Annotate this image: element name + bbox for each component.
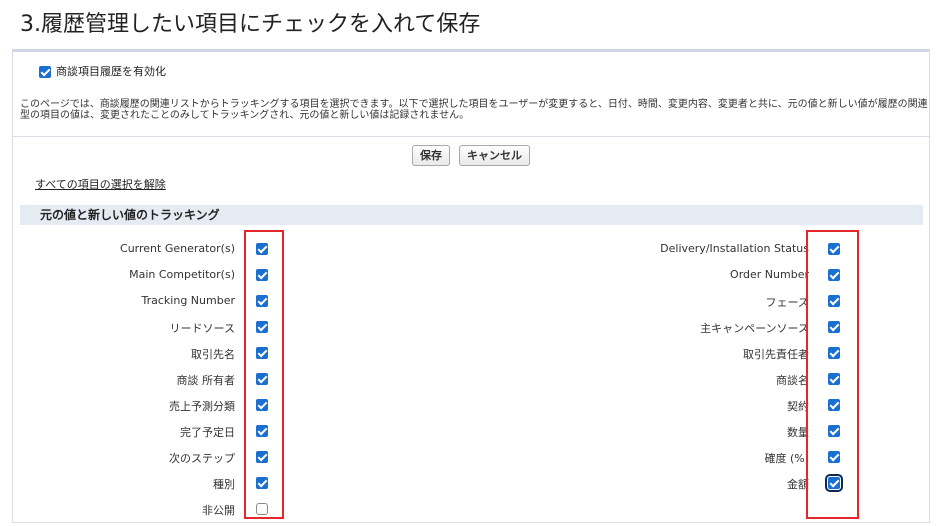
enable-history-checkbox[interactable] [39,66,51,78]
highlight-box-right [806,230,859,519]
field-label: 種別 [213,478,235,491]
field-label: 完了予定日 [180,426,235,439]
field-label: Tracking Number [141,294,235,307]
cancel-button[interactable]: キャンセル [459,145,531,166]
field-label: リードソース [169,322,235,335]
page-heading: 3.履歴管理したい項目にチェックを入れて保存 [20,12,481,37]
highlight-box-left [244,230,284,519]
field-label: 非公開 [202,504,235,517]
save-button[interactable]: 保存 [411,145,450,166]
field-label: 売上予測分類 [169,400,235,413]
field-label: 次のステップ [169,452,235,465]
section-header: 元の値と新しい値のトラッキング [20,205,923,225]
deselect-all-link[interactable]: すべての項目の選択を解除 [35,176,166,192]
description-line-1: このページでは、商談履歴の関連リストからトラッキングする項目を選択できます。以下… [20,99,930,110]
description-line-2: 型の項目の値は、変更されたことのみしてトラッキングされ、元の値と新しい値は記録さ… [20,110,470,121]
field-label: 取引先責任者 [743,348,809,361]
field-label: Delivery/Installation Status [660,242,809,255]
field-label: Main Competitor(s) [129,268,235,281]
field-label: フェーズ [765,296,809,309]
history-settings-panel: 商談項目履歴を有効化 このページでは、商談履歴の関連リストからトラッキングする項… [12,49,930,523]
field-label: 商談名 [776,374,809,387]
divider [13,136,929,137]
enable-history-row: 商談項目履歴を有効化 [39,63,166,79]
field-label: 取引先名 [191,348,235,361]
field-label: 主キャンペーンソース [700,322,809,335]
field-label: Current Generator(s) [120,242,235,255]
field-label: Order Number [730,268,809,281]
field-label: 確度 (%) [764,452,809,465]
description-text: このページでは、商談履歴の関連リストからトラッキングする項目を選択できます。以下… [20,99,930,121]
enable-history-label: 商談項目履歴を有効化 [56,65,166,78]
field-label: 商談 所有者 [176,374,236,387]
button-bar: 保存 キャンセル [13,144,929,166]
